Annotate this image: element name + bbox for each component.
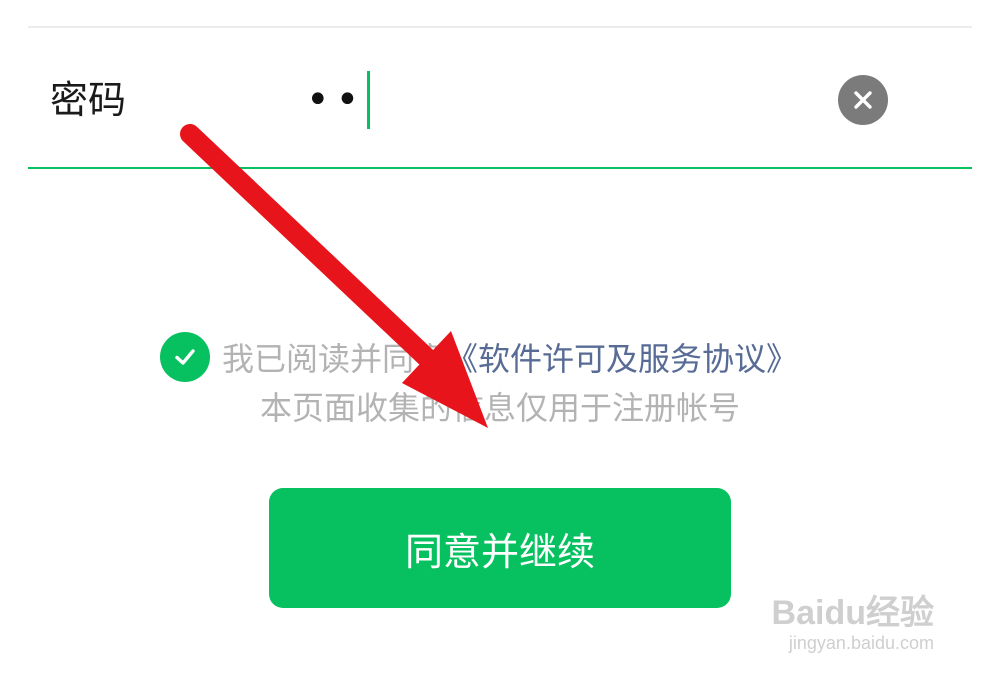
- password-input[interactable]: ••: [306, 70, 371, 130]
- baidu-watermark: Baidu经验 jingyan.baidu.com: [772, 594, 934, 654]
- register-page: 密码 •• 我已阅读并同意 《软件许可及服务协议》 本页面收集的信息仅用于注册帐…: [0, 0, 986, 682]
- password-label: 密码: [50, 78, 127, 122]
- clear-password-button[interactable]: [838, 75, 888, 125]
- agreement-row: 我已阅读并同意 《软件许可及服务协议》: [160, 332, 860, 382]
- agreement-checkbox[interactable]: [160, 332, 210, 382]
- privacy-notice: 本页面收集的信息仅用于注册帐号: [259, 389, 740, 427]
- password-row: 密码 ••: [28, 28, 972, 168]
- checkmark-icon: [175, 349, 195, 365]
- license-agreement-link[interactable]: 《软件许可及服务协议》: [446, 334, 798, 380]
- text-caret: [367, 71, 371, 129]
- password-underline: [28, 167, 972, 169]
- watermark-url: jingyan.baidu.com: [788, 633, 934, 653]
- watermark-brand: Baidu经验: [771, 594, 934, 632]
- agreement-prefix: 我已阅读并同意: [222, 340, 447, 378]
- password-value: ••: [306, 77, 366, 123]
- close-icon: [854, 91, 872, 109]
- agree-continue-button[interactable]: 同意并继续: [269, 488, 731, 608]
